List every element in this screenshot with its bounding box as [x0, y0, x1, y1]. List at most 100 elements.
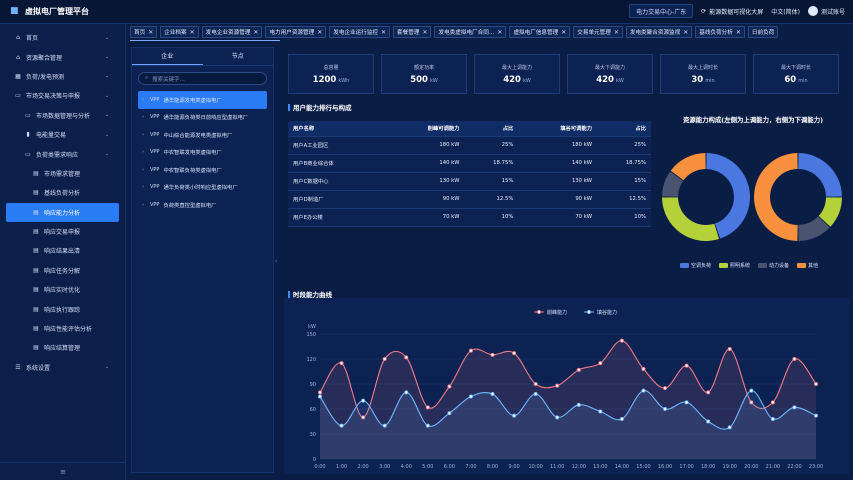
tab-item[interactable]: 基线负荷分析 ✕ — [695, 26, 745, 38]
close-icon[interactable]: ✕ — [148, 29, 153, 36]
tree-item[interactable]: › VPP 通华负荷类小时响应型虚拟电厂 — [132, 179, 273, 197]
close-icon[interactable]: ✕ — [497, 29, 502, 36]
panel-collapse-handle[interactable]: ‹ — [275, 258, 279, 268]
search-input[interactable]: ⌕ 搜索关键字... — [138, 72, 267, 85]
language-selector[interactable]: 中文(简体) — [771, 7, 800, 16]
close-icon[interactable]: ✕ — [422, 29, 427, 36]
close-icon[interactable]: ✕ — [736, 29, 741, 36]
table-row: 用户C数据中心 130 kW 15% 130 kW 15% — [288, 172, 651, 191]
vpp-icon: VPP — [150, 131, 160, 138]
vpp-icon: VPP — [150, 201, 160, 208]
sidebar-collapse-button[interactable]: ≡ — [0, 462, 126, 480]
tree-item[interactable]: › VPP 负荷类直控型虚拟电厂 — [132, 196, 273, 214]
sidebar-item[interactable]: ▤ 响应任务分解 — [0, 261, 125, 280]
table-cell: 70 kW — [518, 208, 598, 227]
kpi-label: 额定功率 — [413, 64, 434, 71]
sidebar-item[interactable]: ☰ 系统设置 ⌄ — [0, 358, 125, 377]
tab-item[interactable]: 企业档案 ✕ — [160, 26, 199, 38]
sidebar-item[interactable]: ▭ 负荷类需求响应 ⌄ — [0, 144, 125, 163]
composition-panel: 资源能力构成(左侧为上调能力，右侧为下调能力) 空调负荷 照明系统 动力设备 其他 — [658, 115, 848, 280]
legend-item[interactable]: 其他 — [797, 262, 818, 269]
data-point — [512, 413, 517, 418]
tab-item[interactable]: 发电类聚合资源监视 ✕ — [625, 26, 693, 38]
data-point — [641, 388, 646, 393]
sidebar-item[interactable]: ▤ 响应性能评估分析 — [0, 319, 125, 338]
kpi-value-wrap: 30 min — [691, 75, 714, 85]
tab-item[interactable]: 发电企业运行监控 ✕ — [329, 26, 391, 38]
close-icon[interactable]: ✕ — [317, 29, 322, 36]
tree-item-label: 中农智联负荷类虚拟电厂 — [163, 167, 222, 174]
x-tick-label: 21:00 — [766, 464, 780, 470]
tree-item[interactable]: › VPP 中山综合能源发电类虚拟电厂 — [132, 126, 273, 144]
tree-item[interactable]: › VPP 中农智联发电类虚拟电厂 — [132, 144, 273, 162]
sidebar-item[interactable]: ▭ 市场数据管理与分析 ⌄ — [0, 106, 125, 125]
sidebar-item[interactable]: ▤ 响应执行跟踪 — [0, 299, 125, 318]
tab-bar: 首页 ✕ 企业档案 ✕ 发电企业资源管理 ✕ 电力用户资源管理 ✕ 发电企业运行监控 ✕ 套餐管理 ✕… — [130, 26, 853, 40]
sidebar-item[interactable]: ▭ 市场交易决策与申报 ⌄ — [0, 86, 125, 105]
tab-label: 首页 — [134, 30, 146, 36]
data-point — [792, 405, 797, 410]
sidebar-item[interactable]: ▤ 响应能力分析 — [6, 202, 119, 222]
tab-item[interactable]: 发电类虚拟电厂合同… ✕ — [434, 26, 507, 38]
table-cell: 12.5% — [464, 190, 519, 209]
sidebar-item[interactable]: ▤ 响应交易申报 — [0, 222, 125, 241]
kpi-value-wrap: 500 kW — [410, 75, 438, 85]
tree-item[interactable]: › VPP 通华能源发电类虚拟电厂 — [138, 91, 267, 109]
sidebar-item[interactable]: ▤ 市场需求管理 — [0, 164, 125, 183]
sidebar-item[interactable]: ⌂ 资源聚合管理 ⌄ — [0, 47, 125, 66]
tab-item[interactable]: 套餐管理 ✕ — [393, 26, 432, 38]
close-icon[interactable]: ✕ — [614, 29, 619, 36]
tab-item[interactable]: 发电企业资源管理 ✕ — [201, 26, 263, 38]
x-tick-label: 15:00 — [636, 464, 650, 470]
sidebar-item[interactable]: ▤ 响应结算管理 — [0, 338, 125, 357]
doc-icon: ▤ — [33, 169, 39, 177]
x-tick-label: 12:00 — [572, 464, 586, 470]
chevron-down-icon: ⌄ — [104, 92, 109, 99]
tab-item[interactable]: 首页 ✕ — [130, 26, 158, 38]
doc-icon: ▤ — [33, 325, 39, 333]
data-point — [727, 347, 732, 352]
sidebar-item[interactable]: ▦ 负荷/发电预测 ⌄ — [0, 67, 125, 86]
x-tick-label: 10:00 — [528, 464, 542, 470]
tab-scroll-indicator — [130, 40, 280, 41]
legend-item[interactable]: 空调负荷 — [680, 262, 711, 269]
sidebar-item[interactable]: ▤ 响应实时优化 — [0, 280, 125, 299]
home-icon: ⌂ — [16, 34, 20, 42]
close-icon[interactable]: ✕ — [253, 29, 258, 36]
tab-node[interactable]: 节点 — [203, 48, 274, 65]
region-selector[interactable]: 电力交易中心-广东 — [629, 4, 694, 18]
data-point — [425, 423, 430, 428]
sidebar-item[interactable]: ▤ 基线负荷分析 — [0, 183, 125, 202]
tab-item[interactable]: 交易单元管理 ✕ — [573, 26, 623, 38]
close-icon[interactable]: ✕ — [683, 29, 688, 36]
tab-item[interactable]: 电力用户资源管理 ✕ — [265, 26, 327, 38]
user-menu[interactable]: 测试账号 — [807, 6, 845, 16]
monitor-icon: ▭ — [25, 111, 31, 119]
tree-item[interactable]: › VPP 通华能源负荷类日前响应型虚拟电厂 — [132, 109, 273, 127]
close-icon[interactable]: ✕ — [190, 29, 195, 36]
legend-item[interactable]: 动力设备 — [758, 262, 789, 269]
tab-enterprise[interactable]: 企业 — [132, 48, 203, 65]
tab-item[interactable]: 虚拟电厂信息管理 ✕ — [509, 26, 571, 38]
sidebar-item[interactable]: ▮ 电能量交易 ⌄ — [0, 125, 125, 144]
close-icon[interactable]: ✕ — [561, 29, 566, 36]
data-point — [619, 338, 624, 343]
sidebar-item-label: 响应性能评估分析 — [44, 326, 93, 334]
x-tick-label: 5:00 — [422, 464, 433, 470]
sidebar-item-label: 负荷/发电预测 — [26, 73, 65, 81]
sidebar-item[interactable]: ⌂ 首页 ⌄ — [0, 28, 125, 47]
data-point — [318, 390, 323, 395]
tab-item[interactable]: 日前负荷 — [747, 26, 779, 38]
composition-title: 资源能力构成(左侧为上调能力，右侧为下调能力) — [682, 116, 824, 124]
data-point — [339, 361, 344, 366]
bars-icon: ▮ — [26, 131, 30, 139]
user-name: 测试账号 — [820, 8, 845, 16]
legend-item[interactable]: 照明系统 — [719, 262, 750, 269]
sidebar-item[interactable]: ▤ 响应结果出清 — [0, 241, 125, 260]
kpi-label: 最大上调时长 — [687, 64, 718, 71]
sync-link[interactable]: ⟳ 能源数据可视化大屏 — [701, 7, 763, 16]
y-tick-label: 60 — [310, 407, 316, 413]
kpi-value-wrap: 60 min — [784, 75, 807, 85]
tree-item[interactable]: › VPP 中农智联负荷类虚拟电厂 — [132, 161, 273, 179]
close-icon[interactable]: ✕ — [381, 29, 386, 36]
